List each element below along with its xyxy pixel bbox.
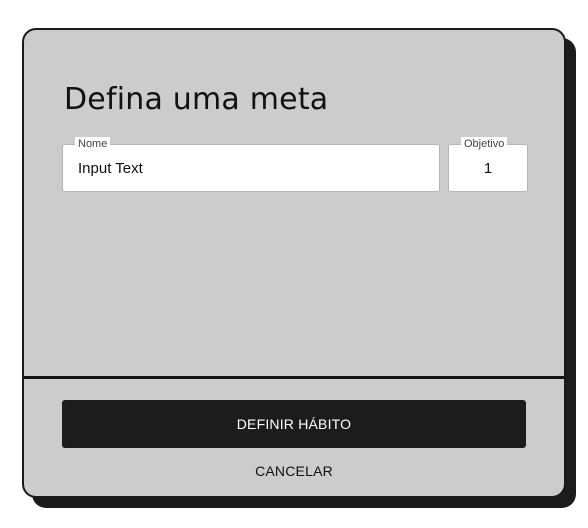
define-habit-button[interactable]: DEFINIR HÁBITO [62, 400, 526, 448]
page: Defina uma meta Nome Objetivo DEFINIR HÁ… [0, 0, 588, 528]
dialog-footer: DEFINIR HÁBITO CANCELAR [24, 379, 564, 496]
cancel-button[interactable]: CANCELAR [194, 459, 394, 483]
goal-field[interactable]: Objetivo [448, 137, 528, 192]
name-input[interactable] [63, 145, 439, 191]
dialog-title: Defina uma meta [64, 82, 329, 117]
goal-input[interactable] [449, 145, 527, 191]
dialog-body: Defina uma meta Nome Objetivo [24, 30, 564, 376]
name-field[interactable]: Nome [62, 137, 440, 192]
goal-dialog: Defina uma meta Nome Objetivo DEFINIR HÁ… [22, 28, 566, 498]
